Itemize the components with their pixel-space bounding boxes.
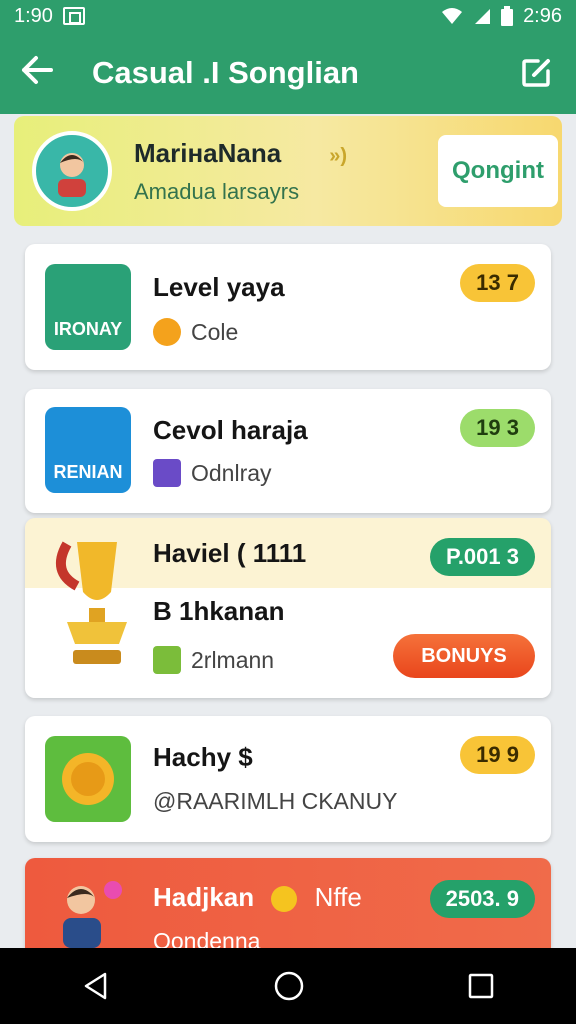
- cube-icon: [153, 459, 181, 487]
- item-sub-text: Cole: [191, 318, 239, 345]
- item-sub: 2rlmann: [153, 646, 274, 674]
- app-bar: Casual .I Songlian: [0, 32, 576, 114]
- item-title-row: Hadjkan Nffe: [153, 882, 362, 913]
- medal-app-icon: [45, 736, 131, 822]
- item-title-line2: B 1hkanan: [153, 596, 285, 626]
- status-time: 1:90: [14, 4, 53, 27]
- item-title: Haviel ( 1111: [153, 538, 307, 568]
- status-bar: 1:90 2:96: [0, 0, 576, 32]
- edit-icon[interactable]: [516, 53, 556, 93]
- system-nav-bar: [0, 948, 576, 1024]
- wifi-icon: [442, 8, 463, 24]
- item-title: Level yaya: [153, 272, 285, 302]
- profile-texts: MariнaNana ») Amadua larsayrs: [134, 138, 438, 205]
- notification-icon: [62, 7, 85, 25]
- back-arrow-icon[interactable]: [20, 55, 72, 91]
- item-title-extra: Nffe: [314, 882, 362, 912]
- app-title: Casual .I Songlian: [92, 55, 359, 90]
- item-title: Cevol haraja: [153, 415, 308, 445]
- signal-icon: [475, 9, 491, 24]
- status-left: 1:90: [14, 5, 85, 28]
- nav-back-icon[interactable]: [81, 971, 111, 1001]
- coin-icon: [271, 886, 298, 913]
- profile-subtitle: Amadua larsayrs: [134, 178, 300, 204]
- profile-banner: MariнaNana ») Amadua larsayrs Qongint: [14, 116, 562, 226]
- list-item-hachy[interactable]: Hachy $ @RAARIMLH CKANUY 19 9: [25, 716, 551, 842]
- item-sub-text: Odnlray: [191, 459, 272, 486]
- list-item-haviel[interactable]: Haviel ( 1111 B 1hkanan 2rlmann P.001 3 …: [25, 518, 551, 698]
- profile-name: MariнaNana: [134, 137, 282, 168]
- score-badge: 2503. 9: [429, 880, 535, 918]
- score-badge: 13 7: [460, 264, 535, 302]
- list-item-level-yaya[interactable]: IRONAY Level yaya Cole 13 7: [25, 244, 551, 370]
- renian-app-icon: RENIAN: [45, 407, 131, 493]
- icon-label: RENIAN: [53, 462, 123, 482]
- item-sub: Cole: [153, 318, 238, 346]
- item-sub-text: 2rlmann: [191, 646, 275, 673]
- profile-name-row: MariнaNana »): [134, 138, 438, 169]
- score-badge: 19 9: [460, 736, 535, 774]
- bonus-button[interactable]: BONUYS: [393, 634, 535, 678]
- item-sub: Odnlray: [153, 459, 272, 487]
- ironay-app-icon: IRONAY: [45, 264, 131, 350]
- list-item-hadjkan[interactable]: Hadjkan Nffe Qondenna 2503. 9: [25, 858, 551, 954]
- status-clock-right: 2:96: [523, 4, 562, 27]
- gift-icon: [153, 646, 181, 674]
- status-right: 2:96: [441, 5, 562, 28]
- item-title: Hachy $: [153, 742, 253, 772]
- profile-name-symbol: »): [329, 144, 347, 167]
- nav-home-icon[interactable]: [273, 970, 305, 1002]
- list-item-cevol-haraja[interactable]: RENIAN Cevol haraja Odnlray 19 3: [25, 389, 551, 513]
- trophy-icon: [47, 532, 137, 672]
- profile-button[interactable]: Qongint: [438, 135, 558, 207]
- icon-label: IRONAY: [53, 319, 123, 339]
- boy-avatar-icon: [55, 876, 125, 948]
- score-badge: 19 3: [460, 409, 535, 447]
- item-sub: @RAARIMLH CKANUY: [153, 788, 398, 814]
- score-badge: P.001 3: [429, 538, 535, 576]
- battery-icon: [501, 6, 514, 26]
- avatar: [32, 131, 112, 211]
- coin-icon: [153, 318, 181, 346]
- item-title: Hadjkan: [153, 882, 255, 912]
- nav-recents-icon[interactable]: [467, 972, 495, 1000]
